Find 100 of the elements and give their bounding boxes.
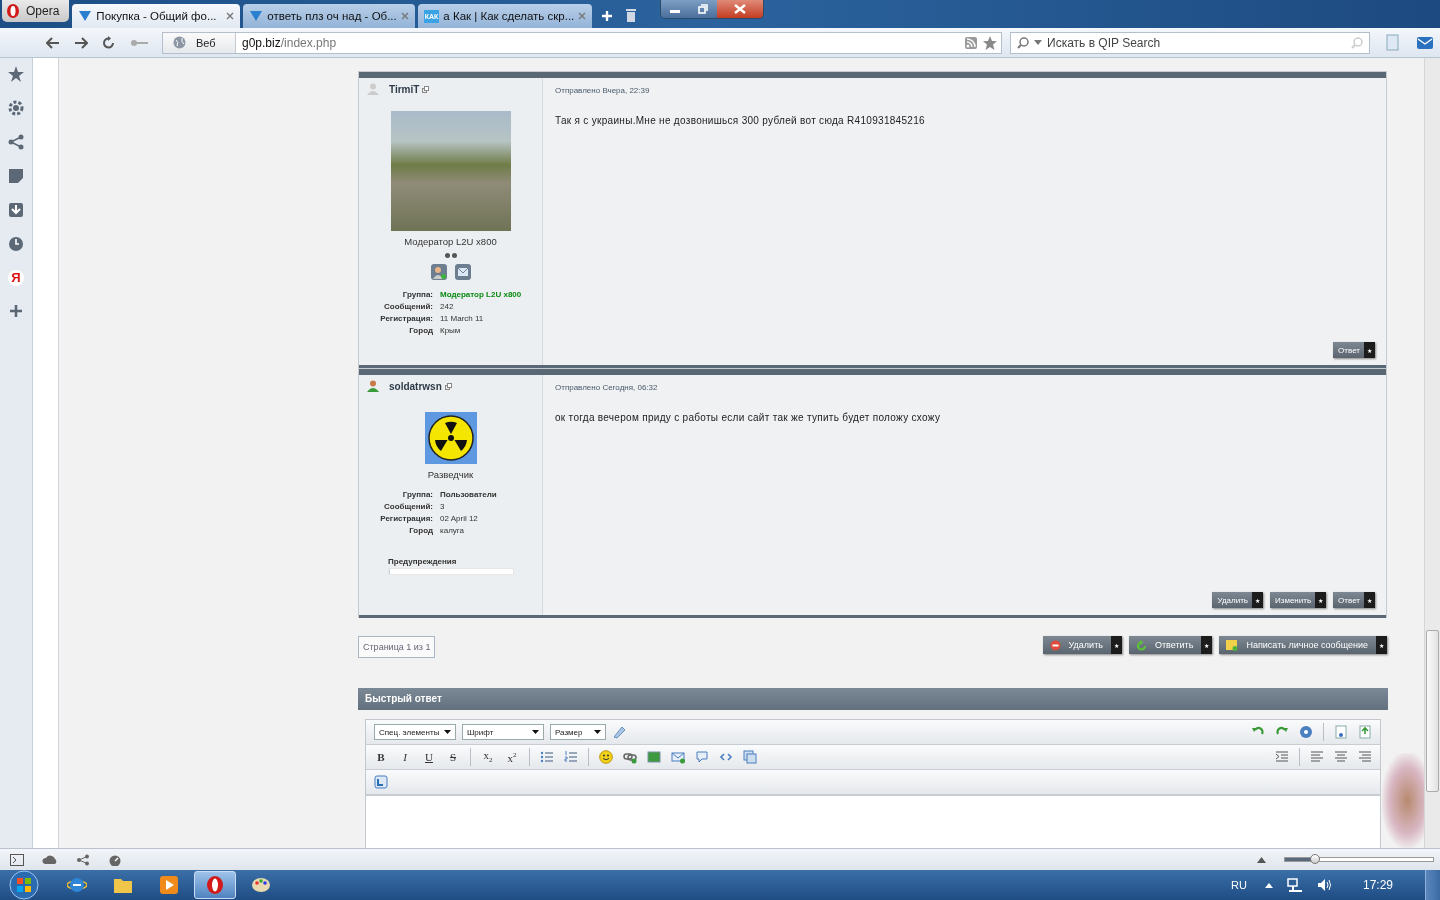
slider-thumb[interactable] [1309,854,1320,864]
delete-icon [1049,639,1061,651]
close-button[interactable] [717,0,764,18]
close-icon [400,12,409,20]
settings-icon[interactable] [8,100,24,116]
detail-value: 3 [440,502,446,511]
opera-menu-button[interactable]: Opera [2,0,70,22]
network-icon[interactable] [1286,878,1303,892]
warnings-label: Предупреждения [388,557,457,566]
editor-dropdown[interactable]: Шрифт [462,724,544,740]
panel-toggle-icon[interactable] [10,853,24,866]
detail-label: Регистрация: [379,514,433,523]
caret-icon [594,730,601,734]
star-icon[interactable] [8,66,24,82]
smiley-icon[interactable] [599,750,613,764]
user-rank: Модератор L2U x800 [404,236,497,247]
indent-icon[interactable] [1275,750,1289,764]
eraser-icon[interactable] [612,725,626,739]
quote-icon[interactable] [695,750,709,764]
format-button[interactable]: U [422,751,436,763]
format-button[interactable]: x$_{2}$ [481,749,495,765]
trash-icon[interactable] [625,8,638,22]
editor-dropdown[interactable]: Спец. элементы [374,724,456,740]
windows-icon[interactable] [743,750,757,764]
message-icon [1226,639,1239,651]
forum-favicon-icon [78,9,93,23]
scrollbar[interactable] [1424,58,1440,848]
message-icon[interactable] [454,264,471,280]
author-name[interactable]: soldatrwsn [389,380,442,392]
cloud-icon[interactable] [42,854,58,865]
pagination-label[interactable]: Страница 1 из 1 [358,636,436,658]
share-icon[interactable] [76,853,90,866]
restore-button[interactable] [689,0,718,18]
detail-label: Город [408,326,433,335]
forward-icon[interactable] [74,36,88,49]
up-arrow-icon[interactable] [1257,856,1266,863]
align-left-icon[interactable] [1310,750,1324,764]
align-center-icon[interactable] [1334,750,1348,764]
palette-icon [251,876,271,894]
link-icon[interactable] [623,750,637,764]
language-indicator[interactable]: RU [1231,879,1247,891]
browser-e-icon [67,875,87,895]
browser-tab[interactable]: ответь плз оч над - Об... [243,4,415,28]
address-field[interactable]: Веб g0p.biz/index.php [162,31,1002,54]
quick-reply-header: Быстрый ответ [358,688,1388,710]
detail-value: Модератор L2U x800 [440,290,523,299]
web-scope-label: Веб [196,36,216,49]
add-friend-icon[interactable] [430,264,447,280]
reload-icon[interactable] [102,35,116,50]
user-rank: Разведчик [427,469,474,480]
detail-value: калуга [440,526,465,535]
post-text: Так я с украины.Мне не дозвонишься 300 рублей вот сюда R410931845216 [555,115,926,128]
caret-icon [444,730,451,734]
folder-icon [113,876,133,894]
search-field[interactable]: Искать в QIP Search [1010,31,1370,54]
align-right-icon[interactable] [1358,750,1372,764]
detail-label: Сообщений: [382,302,433,311]
detail-value: Пользователи [440,490,498,499]
minimize-button[interactable] [661,0,690,18]
detail-label: Город [408,526,433,535]
download-icon[interactable] [8,202,24,218]
scrollbar-thumb[interactable] [1426,630,1439,792]
format-button[interactable]: x$^{2}$ [505,750,519,764]
show-desktop-button[interactable] [1425,870,1440,900]
volume-icon[interactable] [1316,878,1333,892]
start-orb-icon[interactable] [6,870,42,900]
author-name[interactable]: TirmiT [389,83,420,95]
back-icon[interactable] [46,36,60,49]
format-button[interactable]: B [374,751,388,763]
browser-tab[interactable]: Покупка - Общий фо... [72,4,241,28]
close-icon [578,12,587,20]
bullet-list-icon[interactable] [540,750,554,764]
image-icon[interactable] [647,750,661,764]
taskbar-app-button[interactable] [194,871,236,899]
editor-dropdown[interactable]: Размер [550,724,606,740]
speedometer-icon[interactable] [108,853,122,866]
note-icon[interactable] [8,168,24,184]
rss-icon[interactable] [965,36,977,49]
save-draft-icon[interactable] [1334,725,1348,739]
opera-logo-icon [6,3,20,19]
format-button[interactable]: I [398,751,412,763]
globe-icon [173,36,186,49]
popup-icon [444,382,452,390]
search-icon [1351,36,1363,49]
post-date: Отправлено Сегодня, 06:32 [555,383,659,392]
add-icon[interactable] [9,304,23,318]
radiation-avatar-icon [424,412,477,464]
star-icon[interactable] [983,35,997,50]
detail-label: Группа: [401,490,433,499]
clock-time[interactable]: 17:29 [1362,878,1393,892]
forum-favicon-icon [249,9,264,23]
zoom-slider[interactable] [1284,857,1434,862]
yandex-panel-button[interactable]: Я [8,270,24,286]
format-button[interactable]: S [446,751,460,763]
clock-icon[interactable] [8,236,24,252]
restore-draft-icon[interactable] [1358,725,1372,739]
up-arrow-icon[interactable] [1264,882,1273,888]
email-icon[interactable] [671,750,685,764]
share-icon[interactable] [8,134,24,150]
new-tab-icon[interactable] [601,10,614,22]
